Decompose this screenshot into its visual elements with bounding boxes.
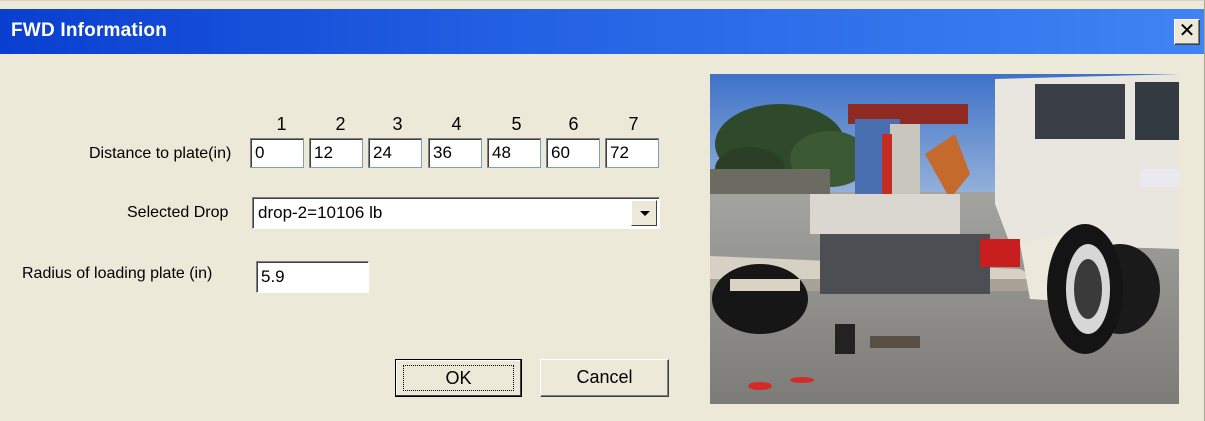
column-header-4: 4 bbox=[451, 114, 462, 134]
distance-input-2[interactable] bbox=[309, 138, 363, 168]
ok-button[interactable]: OK bbox=[395, 359, 522, 397]
window-title: FWD Information bbox=[11, 20, 168, 41]
radius-input[interactable] bbox=[256, 261, 369, 293]
fwd-trailer-photo bbox=[710, 74, 1179, 404]
title-bar[interactable]: FWD Information ✕ bbox=[0, 9, 1204, 54]
selected-drop-value: drop-2=10106 lb bbox=[258, 203, 383, 222]
distance-input-7[interactable] bbox=[605, 138, 659, 168]
fwd-trailer-image bbox=[710, 74, 1179, 404]
close-button[interactable]: ✕ bbox=[1174, 19, 1200, 45]
column-header-6: 6 bbox=[568, 114, 579, 134]
column-header-7: 7 bbox=[628, 114, 639, 134]
cancel-button[interactable]: Cancel bbox=[540, 359, 669, 397]
distance-input-6[interactable] bbox=[546, 138, 600, 168]
column-header-1: 1 bbox=[276, 114, 287, 134]
selected-drop-select[interactable]: drop-2=10106 lb bbox=[252, 197, 660, 229]
ok-button-label: OK bbox=[403, 365, 514, 391]
selected-drop-label: Selected Drop bbox=[127, 204, 229, 221]
column-header-3: 3 bbox=[392, 114, 403, 134]
close-icon: ✕ bbox=[1178, 20, 1196, 42]
chevron-down-icon[interactable] bbox=[631, 200, 657, 226]
distance-input-3[interactable] bbox=[368, 138, 422, 168]
column-header-2: 2 bbox=[335, 114, 346, 134]
distance-input-5[interactable] bbox=[487, 138, 541, 168]
distance-label: Distance to plate(in) bbox=[89, 145, 232, 162]
distance-input-1[interactable] bbox=[250, 138, 304, 168]
radius-label: Radius of loading plate (in) bbox=[22, 265, 213, 282]
fwd-information-dialog: FWD Information ✕ 1 2 3 4 5 6 7 Distance… bbox=[0, 0, 1205, 421]
column-header-5: 5 bbox=[511, 114, 522, 134]
distance-input-4[interactable] bbox=[428, 138, 482, 168]
